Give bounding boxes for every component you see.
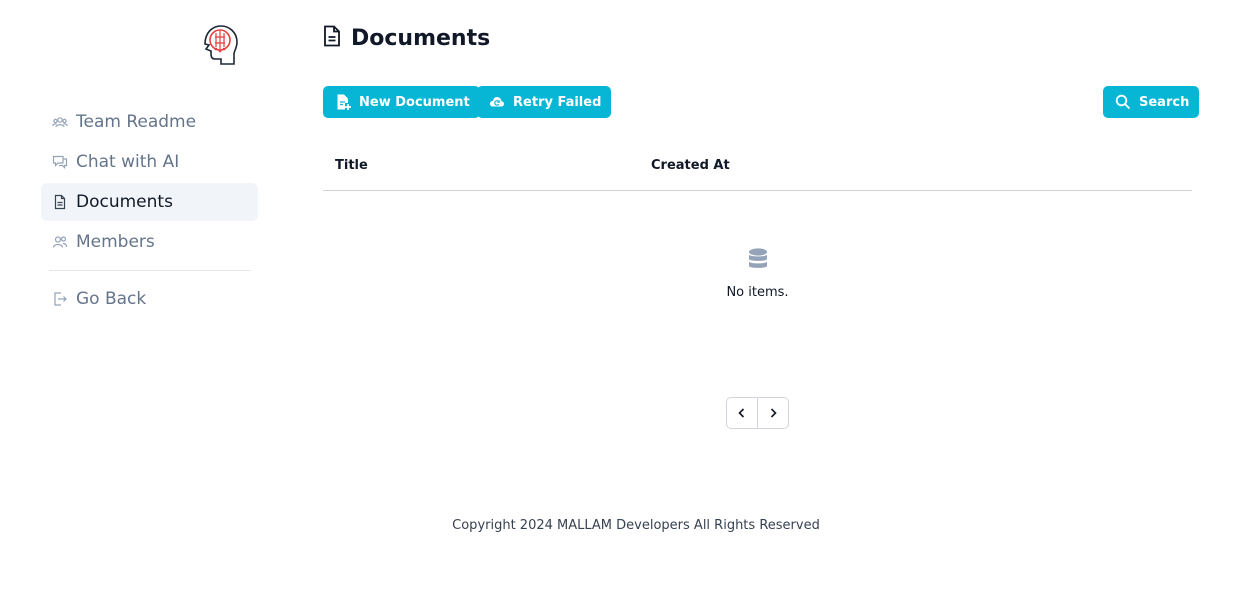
go-back-button[interactable]: Go Back <box>41 280 258 318</box>
chat-icon <box>52 154 68 170</box>
sidebar-item-documents[interactable]: Documents <box>41 183 258 221</box>
retry-failed-button[interactable]: Retry Failed <box>477 86 612 118</box>
file-plus-icon <box>335 94 351 110</box>
exit-icon <box>52 291 68 307</box>
empty-state-text: No items. <box>726 285 789 300</box>
sidebar-item-label: Members <box>76 232 155 252</box>
brain-circuit-icon[interactable] <box>199 24 239 68</box>
sidebar-item-chat-with-ai[interactable]: Chat with AI <box>41 143 258 181</box>
search-label: Search <box>1139 94 1190 110</box>
sidebar-nav: Team Readme Chat with AI Documents Membe… <box>41 103 258 263</box>
footer-copyright: Copyright 2024 MALLAM Developers All Rig… <box>452 518 820 533</box>
next-page-button[interactable] <box>758 398 788 428</box>
users-icon <box>52 114 68 130</box>
column-header-title[interactable]: Title <box>335 158 368 173</box>
document-icon <box>52 194 68 210</box>
column-header-created-at[interactable]: Created At <box>651 158 730 173</box>
table-header: Title Created At <box>323 146 1192 191</box>
retry-failed-label: Retry Failed <box>513 94 602 110</box>
sidebar-item-team-readme[interactable]: Team Readme <box>41 103 258 141</box>
new-document-button[interactable]: New Document <box>323 86 480 118</box>
search-icon <box>1115 94 1131 110</box>
sidebar-item-members[interactable]: Members <box>41 223 258 261</box>
database-icon <box>747 247 769 273</box>
sidebar-item-label: Documents <box>76 192 173 212</box>
search-button[interactable]: Search <box>1103 86 1200 118</box>
previous-page-button[interactable] <box>727 398 758 428</box>
chevron-left-icon <box>736 404 748 423</box>
sidebar-item-label: Chat with AI <box>76 152 180 172</box>
sidebar-go-back: Go Back <box>41 280 258 320</box>
cloud-refresh-icon <box>489 94 505 110</box>
sidebar-item-label: Team Readme <box>76 112 197 132</box>
members-icon <box>52 234 68 250</box>
go-back-label: Go Back <box>76 289 147 309</box>
empty-state: No items. <box>323 247 1192 300</box>
document-icon <box>323 25 341 51</box>
sidebar: Team Readme Chat with AI Documents Membe… <box>41 0 258 591</box>
pagination <box>726 397 789 429</box>
new-document-label: New Document <box>359 94 470 110</box>
sidebar-divider <box>49 270 251 271</box>
page-header: Documents <box>323 24 490 52</box>
page-title: Documents <box>351 25 491 51</box>
chevron-right-icon <box>767 404 779 423</box>
